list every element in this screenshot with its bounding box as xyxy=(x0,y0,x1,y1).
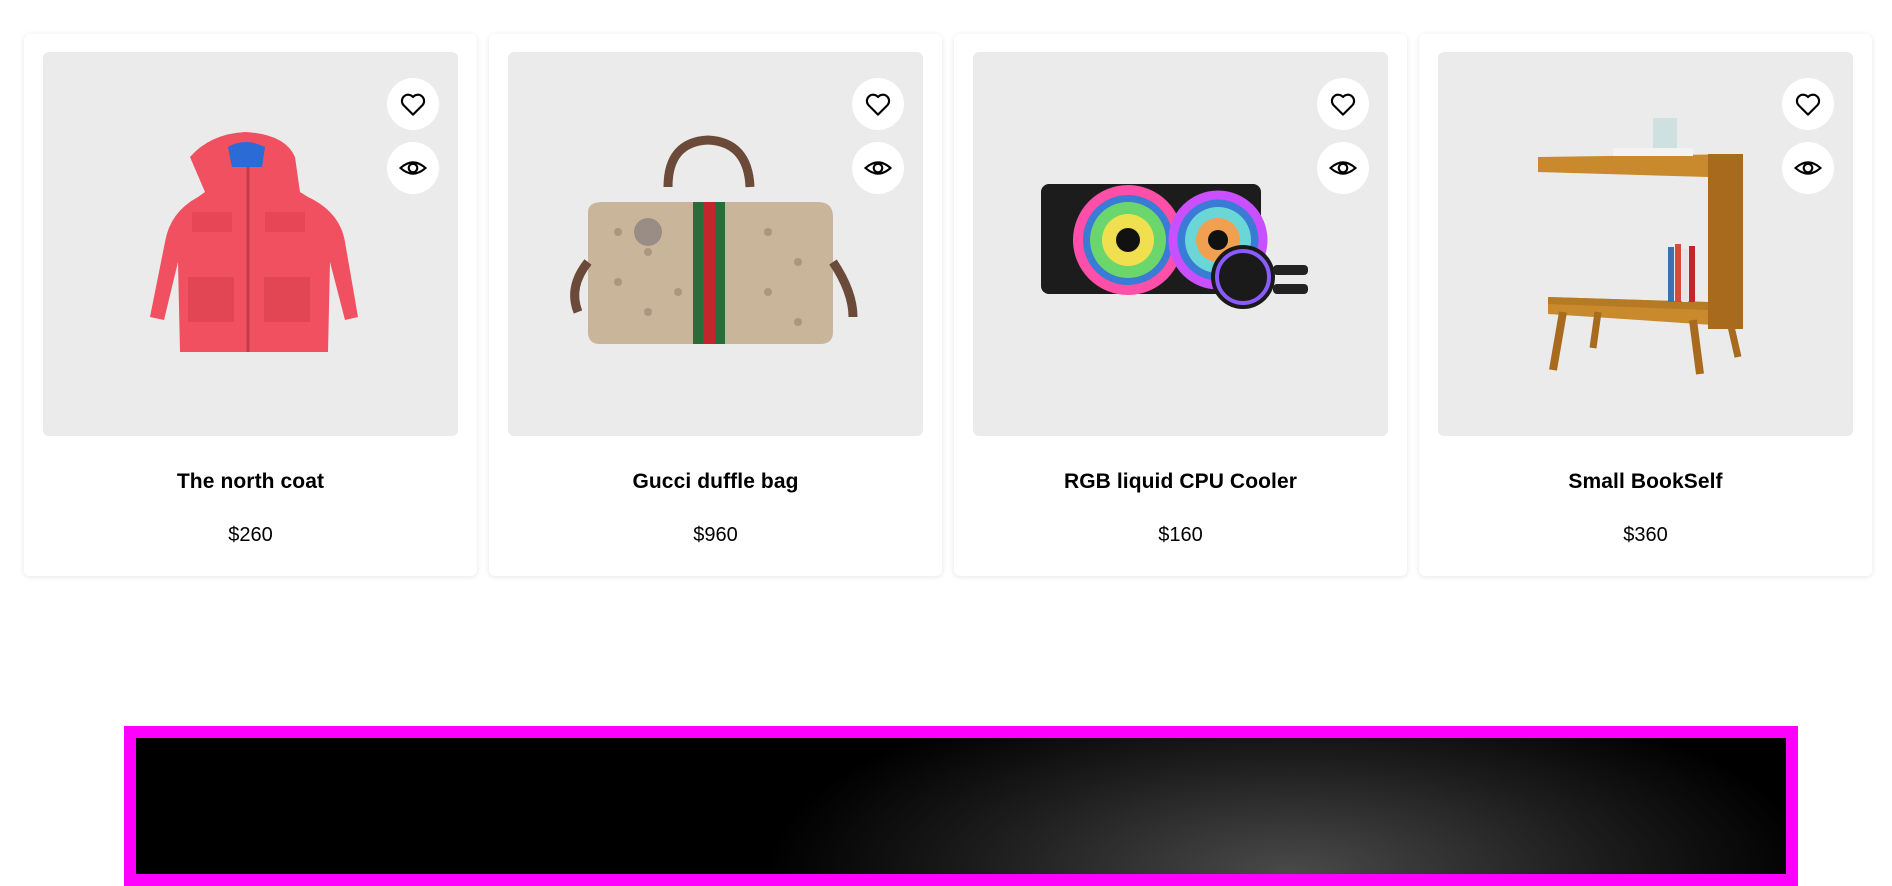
product-name[interactable]: Gucci duffle bag xyxy=(489,470,942,494)
eye-icon xyxy=(1793,161,1823,175)
product-card[interactable]: Gucci duffle bag $960 xyxy=(489,34,942,576)
heart-icon xyxy=(1795,93,1821,116)
heart-icon xyxy=(400,93,426,116)
eye-icon xyxy=(398,161,428,175)
heart-icon xyxy=(865,93,891,116)
product-price: $360 xyxy=(1623,524,1668,546)
wishlist-button[interactable] xyxy=(852,78,904,130)
heart-icon xyxy=(1330,93,1356,116)
product-card[interactable]: Small BookSelf $360 xyxy=(1419,34,1872,576)
quick-view-button[interactable] xyxy=(852,142,904,194)
product-card[interactable]: The north coat $260 xyxy=(24,34,477,576)
product-name[interactable]: Small BookSelf xyxy=(1419,470,1872,494)
product-name[interactable]: The north coat xyxy=(24,470,477,494)
promo-banner-body xyxy=(136,738,1786,874)
eye-icon xyxy=(1328,161,1358,175)
product-image-area[interactable] xyxy=(43,52,458,436)
quick-view-button[interactable] xyxy=(387,142,439,194)
wishlist-button[interactable] xyxy=(1317,78,1369,130)
quick-view-button[interactable] xyxy=(1782,142,1834,194)
product-price: $960 xyxy=(693,524,738,546)
wishlist-button[interactable] xyxy=(387,78,439,130)
wishlist-button[interactable] xyxy=(1782,78,1834,130)
promo-banner xyxy=(124,726,1798,886)
product-grid: The north coat $260 Gucci duffle bag $96… xyxy=(24,34,1872,576)
product-image-area[interactable] xyxy=(973,52,1388,436)
product-price: $260 xyxy=(228,524,273,546)
product-price: $160 xyxy=(1158,524,1203,546)
product-card[interactable]: RGB liquid CPU Cooler $160 xyxy=(954,34,1407,576)
quick-view-button[interactable] xyxy=(1317,142,1369,194)
product-name[interactable]: RGB liquid CPU Cooler xyxy=(954,470,1407,494)
eye-icon xyxy=(863,161,893,175)
product-image-area[interactable] xyxy=(1438,52,1853,436)
product-image-area[interactable] xyxy=(508,52,923,436)
